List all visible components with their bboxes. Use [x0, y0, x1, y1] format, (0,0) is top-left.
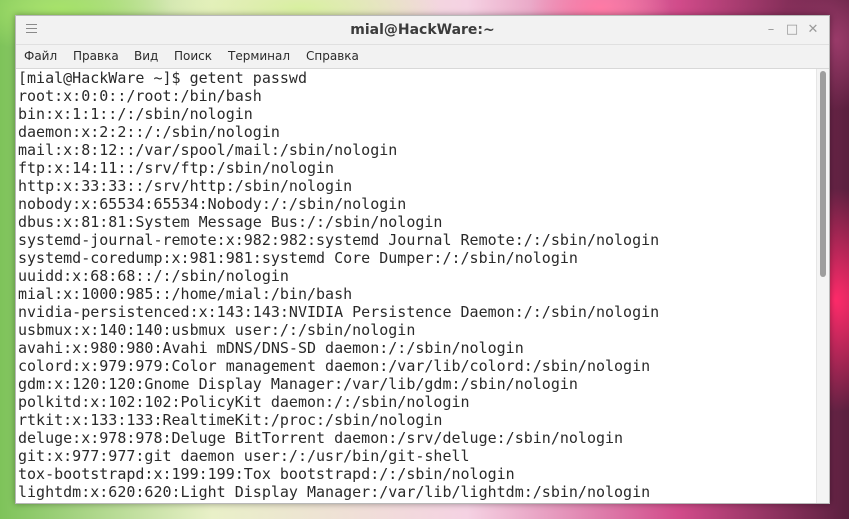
- menu-file[interactable]: Файл: [24, 45, 57, 68]
- terminal-line: uuidd:x:68:68::/:/sbin/nologin: [18, 267, 289, 285]
- terminal-line: git:x:977:977:git daemon user:/:/usr/bin…: [18, 447, 470, 465]
- terminal-window: mial@HackWare:~ – □ ✕ Файл Правка Вид По…: [15, 15, 830, 504]
- minimize-icon[interactable]: –: [763, 22, 779, 38]
- close-icon[interactable]: ✕: [805, 22, 821, 38]
- terminal-line: avahi:x:980:980:Avahi mDNS/DNS-SD daemon…: [18, 339, 524, 357]
- maximize-icon[interactable]: □: [784, 22, 800, 38]
- window-title: mial@HackWare:~: [350, 22, 495, 38]
- terminal-line: rtkit:x:133:133:RealtimeKit:/proc:/sbin/…: [18, 411, 443, 429]
- terminal-line: nvidia-persistenced:x:143:143:NVIDIA Per…: [18, 303, 660, 321]
- terminal-line: deluge:x:978:978:Deluge BitTorrent daemo…: [18, 429, 624, 447]
- menu-help[interactable]: Справка: [306, 45, 359, 68]
- terminal-line: systemd-coredump:x:981:981:systemd Core …: [18, 249, 578, 267]
- shell-prompt-line: [mial@HackWare ~]$ getent passwd: [18, 69, 307, 87]
- menu-bar: Файл Правка Вид Поиск Терминал Справка: [16, 45, 829, 69]
- title-bar[interactable]: mial@HackWare:~ – □ ✕: [16, 16, 829, 45]
- menu-view[interactable]: Вид: [134, 45, 158, 68]
- vertical-scrollbar[interactable]: [816, 69, 829, 503]
- terminal-line: mial:x:1000:985::/home/mial:/bin/bash: [18, 285, 353, 303]
- terminal-line: tox-bootstrapd:x:199:199:Tox bootstrapd:…: [18, 465, 515, 483]
- terminal-output[interactable]: [mial@HackWare ~]$ getent passwd root:x:0…: [16, 69, 817, 503]
- terminal-line: systemd-journal-remote:x:982:982:systemd…: [18, 231, 660, 249]
- scrollbar-thumb[interactable]: [820, 71, 826, 277]
- menu-terminal[interactable]: Терминал: [228, 45, 290, 68]
- terminal-line: nobody:x:65534:65534:Nobody:/:/sbin/nolo…: [18, 195, 407, 213]
- terminal-line: lightdm:x:620:620:Light Display Manager:…: [18, 483, 651, 501]
- terminal-line: usbmux:x:140:140:usbmux user:/:/sbin/nol…: [18, 321, 416, 339]
- terminal-line: mail:x:8:12::/var/spool/mail:/sbin/nolog…: [18, 141, 398, 159]
- terminal-text: [mial@HackWare ~]$ getent passwd root:x:0…: [18, 69, 659, 501]
- terminal-line: bin:x:1:1::/:/sbin/nologin: [18, 105, 253, 123]
- terminal-line: gdm:x:120:120:Gnome Display Manager:/var…: [18, 375, 578, 393]
- terminal-line: root:x:0:0::/root:/bin/bash: [18, 87, 262, 105]
- menu-search[interactable]: Поиск: [174, 45, 212, 68]
- terminal-line: daemon:x:2:2::/:/sbin/nologin: [18, 123, 280, 141]
- terminal-line: ftp:x:14:11::/srv/ftp:/sbin/nologin: [18, 159, 335, 177]
- menu-edit[interactable]: Правка: [73, 45, 119, 68]
- terminal-line: colord:x:979:979:Color management daemon…: [18, 357, 651, 375]
- terminal-line: polkitd:x:102:102:PolicyKit daemon:/:/sb…: [18, 393, 470, 411]
- terminal-line: http:x:33:33::/srv/http:/sbin/nologin: [18, 177, 353, 195]
- terminal-line: dbus:x:81:81:System Message Bus:/:/sbin/…: [18, 213, 443, 231]
